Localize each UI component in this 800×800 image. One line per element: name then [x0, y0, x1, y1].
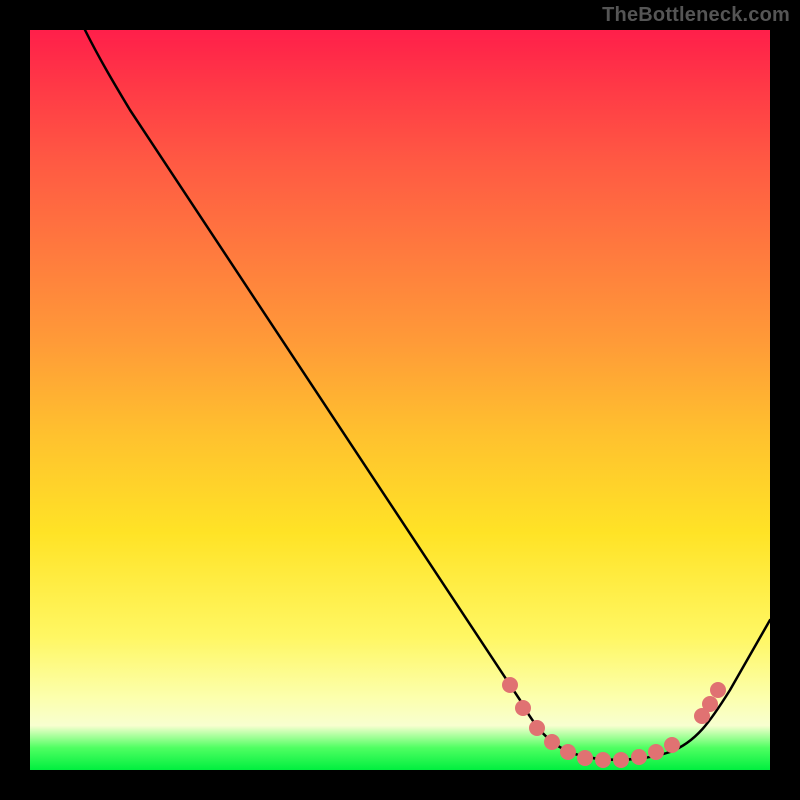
- chart-svg: [30, 30, 770, 770]
- plot-area: [30, 30, 770, 770]
- highlight-segment: [502, 677, 726, 768]
- watermark-text: TheBottleneck.com: [602, 4, 790, 27]
- chart-frame: TheBottleneck.com: [0, 0, 800, 800]
- main-curve: [85, 30, 770, 760]
